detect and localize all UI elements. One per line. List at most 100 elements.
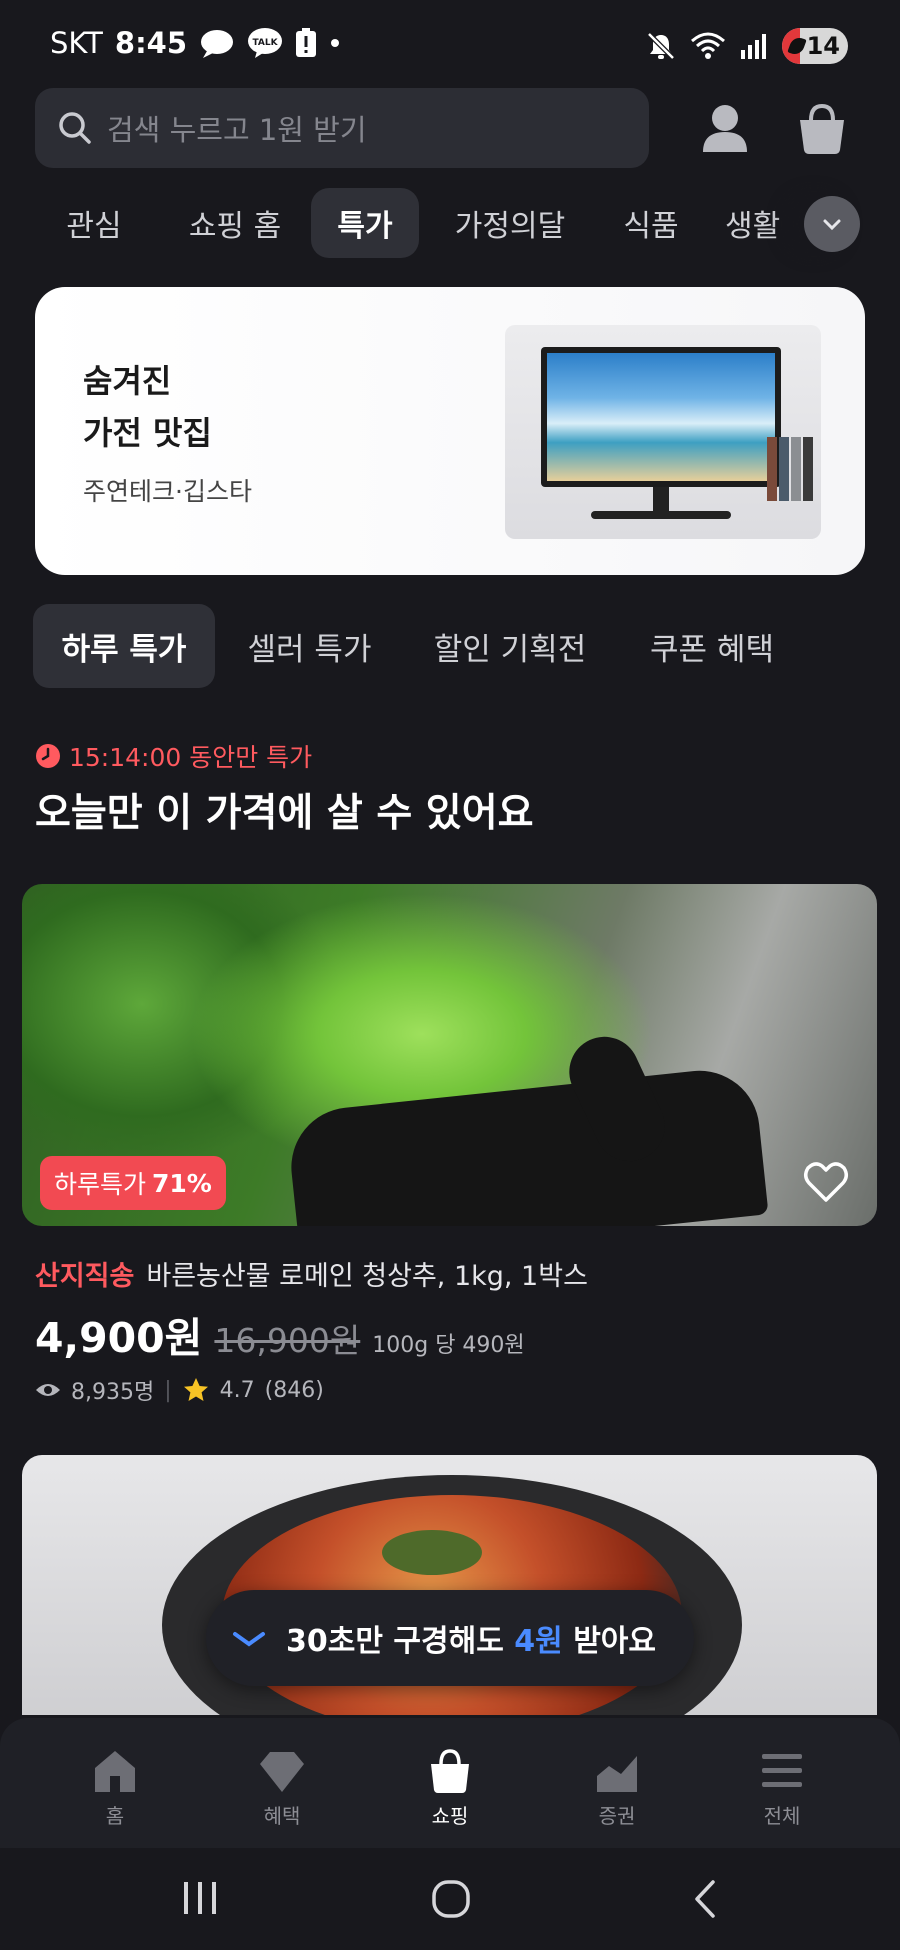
search-placeholder: 검색 누르고 1원 받기	[107, 113, 367, 147]
subtab-daily-deal[interactable]: 하루 특가	[33, 604, 215, 688]
search-input[interactable]: 검색 누르고 1원 받기	[35, 88, 649, 168]
nav-label: 홈	[105, 1804, 125, 1828]
tab-label: 특가	[337, 209, 393, 244]
glove-shape	[285, 1064, 769, 1226]
tab-deals[interactable]: 특가	[311, 188, 419, 258]
cart-button[interactable]	[792, 98, 852, 158]
nav-home[interactable]: 홈	[55, 1748, 175, 1829]
monitor-image	[505, 325, 821, 539]
subtab-coupon[interactable]: 쿠폰 혜택	[632, 604, 792, 688]
battery-level: 14	[806, 32, 840, 60]
subtab-sale-event[interactable]: 할인 기획전	[415, 604, 605, 688]
badge-percent: 71%	[152, 1168, 212, 1198]
bottom-nav: 홈 혜택 쇼핑 증권 전체	[0, 1718, 900, 1848]
diamond-icon	[260, 1752, 304, 1792]
badge-label: 하루특가	[54, 1170, 147, 1199]
books-decoration	[767, 437, 815, 501]
home-button[interactable]	[430, 1878, 472, 1924]
menu-icon	[762, 1754, 802, 1787]
chart-icon	[597, 1756, 637, 1792]
category-expand-button[interactable]	[804, 196, 860, 252]
banner-title-line1: 숨겨진	[83, 362, 172, 400]
tab-label: 식품	[623, 209, 679, 244]
back-button[interactable]	[685, 1878, 727, 1924]
banner-title-line2: 가전 맛집	[83, 414, 212, 452]
nav-benefits[interactable]: 혜택	[222, 1748, 342, 1829]
tab-interest[interactable]: 관심	[35, 188, 153, 258]
status-bar: SKT 8:45 TALK 14	[0, 0, 900, 90]
home-icon	[95, 1751, 135, 1792]
carrier-label: SKT	[50, 26, 103, 60]
deal-timer-text: 15:14:00 동안만 특가	[69, 743, 313, 772]
meta-separator: |	[164, 1377, 172, 1403]
battery-indicator: 14	[782, 28, 848, 64]
view-count: 8,935명	[71, 1380, 155, 1405]
monitor-screen	[541, 347, 781, 487]
kakaotalk-icon: TALK	[248, 28, 283, 58]
clock: 8:45	[114, 26, 188, 60]
status-left: SKT 8:45 TALK	[50, 26, 341, 60]
deal-timer: 15:14:00 동안만 특가	[35, 738, 312, 774]
nav-securities[interactable]: 증권	[557, 1748, 677, 1829]
nav-label: 증권	[598, 1804, 636, 1828]
search-icon	[59, 112, 91, 144]
chevron-down-icon	[823, 219, 841, 231]
person-icon	[703, 105, 747, 152]
nav-label: 혜택	[263, 1804, 301, 1828]
home-circle-icon	[432, 1880, 470, 1918]
product-brand: 산지직송	[35, 1261, 135, 1292]
sale-price: 4,900원	[35, 1314, 203, 1362]
chat-bubble-icon	[201, 30, 234, 58]
recent-apps-button[interactable]	[176, 1878, 224, 1922]
discount-badge: 하루특가 71%	[40, 1156, 226, 1210]
tab-family-month[interactable]: 가정의달	[435, 188, 585, 258]
star-icon	[183, 1378, 208, 1401]
toast-text: 30초만 구경해도 4원 받아요	[286, 1616, 656, 1660]
subtab-label: 하루 특가	[61, 631, 187, 668]
unit-price: 100g 당 490원	[372, 1333, 525, 1358]
product-title[interactable]: 산지직송 바른농산물 로메인 청상추, 1kg, 1박스	[35, 1254, 588, 1293]
eye-icon	[36, 1384, 60, 1396]
tab-label: 생활	[725, 209, 781, 244]
favorite-button[interactable]	[800, 1156, 852, 1208]
banner-subtitle: 주연테크·깁스타	[83, 477, 252, 506]
review-count: (846)	[264, 1377, 324, 1403]
original-price: 16,900원	[214, 1321, 361, 1360]
back-arrow-icon	[695, 1880, 715, 1918]
nav-all[interactable]: 전체	[722, 1748, 842, 1829]
toast-prefix: 30초만 구경해도	[286, 1624, 504, 1659]
category-tabs: 관심 쇼핑 홈 특가 가정의달 식품 생활	[35, 188, 865, 260]
shopping-bag-icon	[431, 1749, 469, 1793]
tab-label: 가정의달	[454, 209, 566, 244]
subtab-seller-deal[interactable]: 셀러 특가	[232, 604, 387, 688]
product-image[interactable]: 하루특가 71%	[22, 884, 877, 1226]
deal-section-title: 오늘만 이 가격에 살 수 있어요	[35, 791, 534, 836]
reward-toast[interactable]: 30초만 구경해도 4원 받아요	[206, 1590, 694, 1686]
account-button[interactable]	[695, 98, 755, 158]
dot-icon	[331, 39, 340, 47]
nav-shopping[interactable]: 쇼핑	[390, 1748, 510, 1829]
alert-icon	[296, 28, 317, 57]
subtab-label: 할인 기획전	[433, 631, 587, 668]
tab-food[interactable]: 식품	[601, 188, 701, 258]
product-name: 바른농산물 로메인 청상추, 1kg, 1박스	[146, 1261, 588, 1292]
price-row: 4,900원 16,900원 100g 당 490원	[35, 1304, 525, 1364]
promo-banner[interactable]: 숨겨진 가전 맛집 주연테크·깁스타	[35, 287, 865, 575]
product-meta: 8,935명 | 4.7 (846)	[35, 1374, 324, 1406]
nav-label: 쇼핑	[431, 1804, 469, 1828]
mute-icon	[647, 32, 675, 60]
herb-shape	[382, 1530, 482, 1575]
status-right: 14	[646, 28, 848, 64]
tab-shopping-home[interactable]: 쇼핑 홈	[165, 188, 305, 258]
heart-icon	[804, 1162, 848, 1202]
banner-title: 숨겨진 가전 맛집	[83, 355, 212, 459]
subtab-label: 쿠폰 혜택	[650, 631, 774, 668]
rating: 4.7	[219, 1377, 255, 1403]
tab-label: 관심	[66, 209, 122, 244]
wifi-icon	[691, 32, 725, 59]
clock-icon	[36, 744, 60, 768]
tab-label: 쇼핑 홈	[188, 209, 282, 244]
nav-label: 전체	[763, 1804, 801, 1828]
signal-icon	[741, 34, 766, 59]
recent-apps-icon	[184, 1882, 216, 1914]
